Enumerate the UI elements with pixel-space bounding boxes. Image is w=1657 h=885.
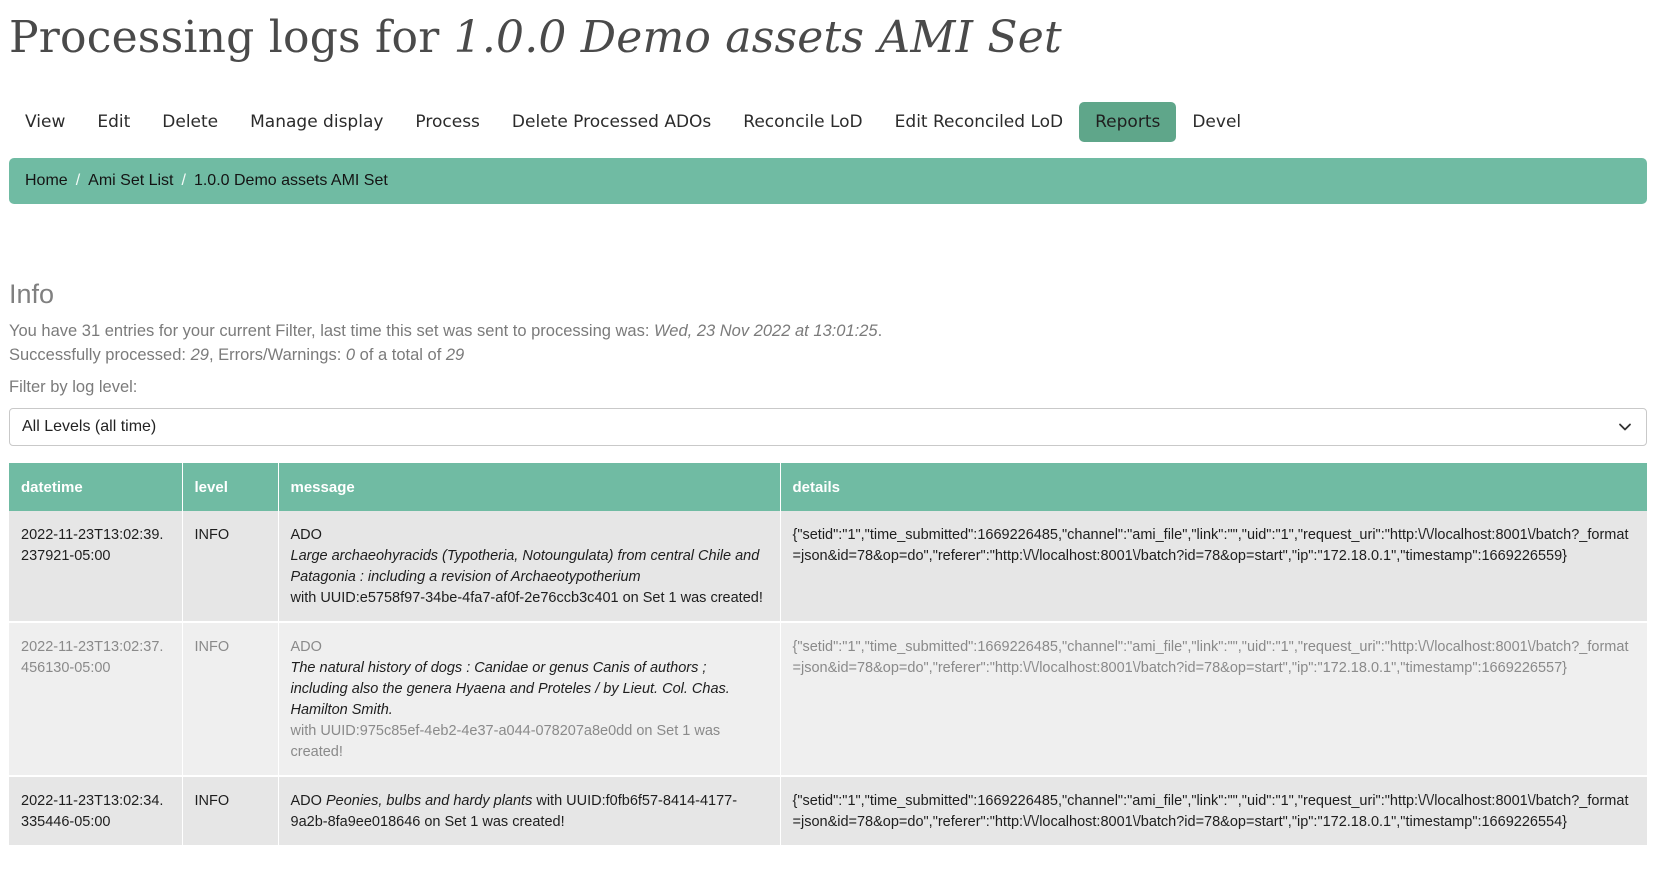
tab-process[interactable]: Process [399, 102, 496, 142]
breadcrumb-current-set: 1.0.0 Demo assets AMI Set [193, 172, 388, 189]
total-label: of a total of [355, 346, 446, 364]
tab-devel[interactable]: Devel [1176, 102, 1257, 142]
message-prefix: ADO [290, 527, 322, 543]
breadcrumb-separator: / [181, 172, 186, 189]
cell-level: INFO [182, 511, 279, 623]
processing-summary: Successfully processed: 29, Errors/Warni… [9, 343, 464, 367]
page-title: Processing logs for 1.0.0 Demo assets AM… [9, 8, 1062, 68]
processed-label: Successfully processed: [9, 346, 191, 364]
message-title: The natural history of dogs : Canidae or… [290, 660, 730, 718]
last-processed-date: Wed, 23 Nov 2022 at 13:01:25 [654, 322, 878, 340]
table-row: 2022-11-23T13:02:39.237921-05:00 INFO AD… [9, 511, 1647, 623]
message-suffix: with UUID:975c85ef-4eb2-4e37-a044-078207… [290, 723, 721, 760]
tab-delete-processed-ados[interactable]: Delete Processed ADOs [496, 102, 727, 142]
breadcrumb-separator: / [75, 172, 81, 189]
column-header-message[interactable]: message [278, 463, 781, 511]
entries-summary-end: . [877, 322, 883, 340]
table-row: 2022-11-23T13:02:37.456130-05:00 INFO AD… [9, 622, 1647, 777]
processing-log-table: datetime level message details 2022-11-2… [9, 463, 1647, 847]
column-header-details[interactable]: details [780, 463, 1647, 511]
cell-details: {"setid":"1","time_submitted":1669226485… [780, 622, 1647, 777]
log-level-select[interactable]: All Levels (all time) [9, 408, 1647, 446]
entries-summary: You have 31 entries for your current Fil… [9, 319, 882, 343]
cell-level: INFO [182, 622, 279, 777]
processed-count: 29 [190, 346, 209, 364]
tab-edit-reconciled-lod[interactable]: Edit Reconciled LoD [879, 102, 1079, 142]
total-count: 29 [445, 346, 465, 364]
cell-details: {"setid":"1","time_submitted":1669226485… [780, 776, 1647, 847]
tab-view[interactable]: View [9, 102, 81, 142]
cell-datetime: 2022-11-23T13:02:37.456130-05:00 [9, 622, 183, 777]
message-title: Large archaeohyracids (Typotheria, Notou… [290, 548, 760, 585]
cell-message: ADO The natural history of dogs : Canidae… [278, 622, 781, 777]
tab-reports[interactable]: Reports [1079, 102, 1177, 142]
tab-edit[interactable]: Edit [81, 102, 146, 142]
entries-summary-text: You have 31 entries for your current Fil… [9, 322, 655, 340]
table-header-row: datetime level message details [9, 463, 1647, 511]
cell-details: {"setid":"1","time_submitted":1669226485… [780, 511, 1647, 623]
filter-label: Filter by log level: [9, 378, 138, 396]
cell-message: ADO Peonies, bulbs and hardy plants with… [278, 776, 781, 847]
tab-delete[interactable]: Delete [146, 102, 234, 142]
page: Processing logs for 1.0.0 Demo assets AM… [0, 0, 1657, 885]
tab-manage-display[interactable]: Manage display [234, 102, 399, 142]
page-title-set-name: 1.0.0 Demo assets AMI Set [453, 12, 1062, 63]
column-header-datetime[interactable]: datetime [9, 463, 183, 511]
message-title: Peonies, bulbs and hardy plants [325, 793, 533, 809]
cell-datetime: 2022-11-23T13:02:34.335446-05:00 [9, 776, 183, 847]
column-header-level[interactable]: level [182, 463, 279, 511]
log-level-selected-value: All Levels (all time) [22, 418, 157, 435]
breadcrumb: Home / Ami Set List / 1.0.0 Demo assets … [9, 158, 1647, 204]
table-row: 2022-11-23T13:02:34.335446-05:00 INFO AD… [9, 776, 1647, 847]
errors-label: , Errors/Warnings: [208, 346, 346, 364]
message-prefix: ADO [290, 639, 322, 655]
local-tasks-tabs: View Edit Delete Manage display Process … [9, 102, 1257, 142]
tab-reconcile-lod[interactable]: Reconcile LoD [727, 102, 878, 142]
message-prefix: ADO [290, 793, 322, 809]
errors-count: 0 [345, 346, 356, 364]
chevron-down-icon [1619, 423, 1631, 431]
info-heading: Info [9, 279, 55, 309]
breadcrumb-home[interactable]: Home [25, 172, 68, 190]
message-suffix: with UUID:e5758f97-34be-4fa7-af0f-2e76cc… [290, 590, 763, 606]
cell-level: INFO [182, 776, 279, 847]
breadcrumb-ami-set-list[interactable]: Ami Set List [88, 172, 173, 190]
page-title-prefix: Processing logs for [9, 12, 454, 63]
cell-message: ADO Large archaeohyracids (Typotheria, No… [278, 511, 781, 623]
cell-datetime: 2022-11-23T13:02:39.237921-05:00 [9, 511, 183, 623]
